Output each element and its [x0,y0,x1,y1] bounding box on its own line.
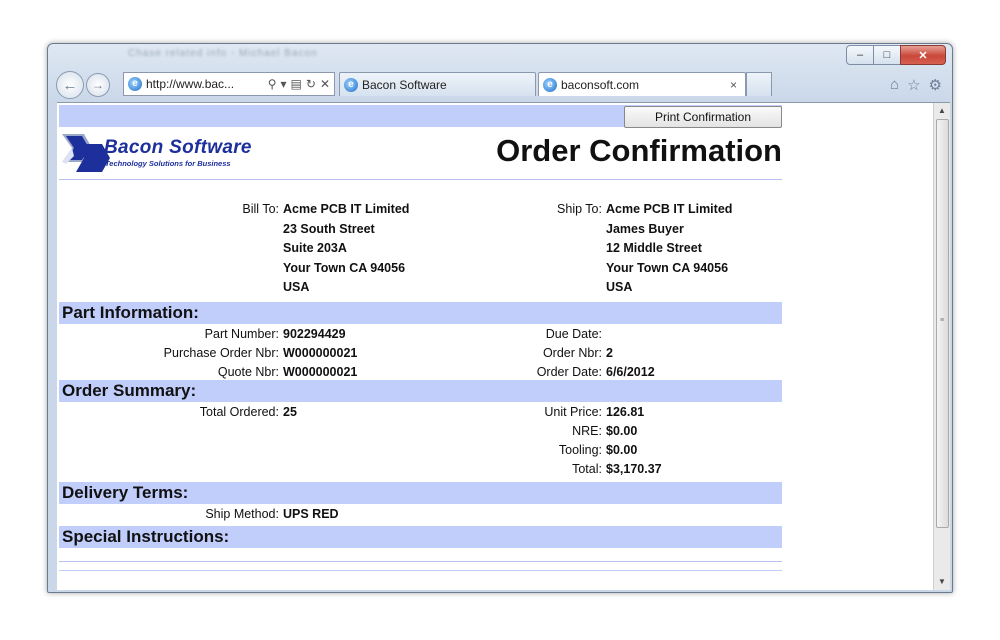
home-icon[interactable]: ⌂ [890,76,899,94]
field-label: Tooling: [558,443,602,457]
field-value: $3,170.37 [606,462,662,476]
compat-icon[interactable]: ▤ [291,77,302,91]
top-band: Print Confirmation [59,105,782,128]
window-controls: – □ ✕ [846,45,946,65]
stop-icon[interactable]: ✕ [320,77,330,91]
field-tooling: Tooling: $0.00 [59,443,637,457]
ship-to-line: 12 Middle Street [606,241,702,255]
field-label: Order Date: [536,365,602,379]
field-ship-method: Ship Method: UPS RED [59,507,339,521]
bill-to-label: Bill To: [242,202,279,216]
field-value: 126.81 [606,405,645,419]
divider [59,561,782,562]
field-order-nbr: Order Nbr: 2 [59,346,613,360]
page-header: Bacon Software Technology Solutions for … [59,127,782,180]
logo-tagline: Technology Solutions for Business [105,159,231,168]
ship-to-line: James Buyer [606,221,684,236]
vertical-scrollbar[interactable]: ▲ ≡ ▼ [933,103,950,590]
scrollbar-grip-icon: ≡ [940,317,945,324]
back-icon[interactable]: ← [56,71,84,99]
ship-to-line: Your Town CA 94056 [606,260,729,275]
field-label: Unit Price: [544,405,602,419]
print-confirmation-button[interactable]: Print Confirmation [624,106,782,128]
window-title: Chase related info - Michael Bacon [128,48,318,59]
address-bar[interactable]: e http://www.bac... ⚲ ▾ ▤ ↻ ✕ [123,72,335,96]
address-text[interactable]: http://www.bac... [146,77,268,91]
section-delivery-terms: Delivery Terms: [59,482,782,504]
refresh-icon[interactable]: ↻ [306,77,316,91]
bill-to-line: Suite 203A [283,241,347,255]
field-nre: NRE: $0.00 [59,424,637,438]
tab-baconsoft[interactable]: e baconsoft.com × [538,72,746,96]
bill-to-line: Acme PCB IT Limited [283,202,410,216]
ie-tab-icon: e [344,77,358,92]
ie-tab-icon: e [543,77,557,92]
bill-to-line: 23 South Street [283,221,375,236]
order-summary-fields: Total Ordered: 25 Unit Price: 126.81 NRE: $… [59,402,782,482]
special-instructions-body [59,548,782,578]
field-order-date: Order Date: 6/6/2012 [59,365,655,379]
field-total: Total: $3,170.37 [59,462,662,476]
tab-label: baconsoft.com [561,77,640,92]
section-part-information: Part Information: [59,302,782,324]
field-due-date: Due Date: [59,327,606,341]
minimize-button[interactable]: – [846,45,874,65]
title-bar[interactable]: Chase related info - Michael Bacon – □ ✕ [48,44,952,66]
ship-to-line: Acme PCB IT Limited [606,202,733,216]
field-unit-price: Unit Price: 126.81 [59,405,644,419]
field-label: Order Nbr: [542,346,602,360]
field-label: Due Date: [545,327,602,341]
dropdown-icon[interactable]: ▾ [281,77,287,91]
new-tab-button[interactable] [746,72,772,96]
favorites-icon[interactable]: ☆ [907,76,920,94]
navigation-bar: ← → e http://www.bac... ⚲ ▾ ▤ ↻ ✕ e Baco… [48,66,952,102]
field-value: 6/6/2012 [606,365,655,379]
field-value: 2 [606,346,613,360]
close-button[interactable]: ✕ [900,45,946,65]
tab-label: Bacon Software [362,77,447,92]
field-label: Ship Method: [205,507,279,521]
bill-to-address: Acme PCB IT Limited 23 South Street Suit… [283,200,409,298]
divider [59,570,782,571]
ship-to-label: Ship To: [557,202,602,216]
scroll-up-icon[interactable]: ▲ [934,103,950,119]
field-label: NRE: [572,424,602,438]
field-label: Total: [572,462,602,476]
logo-name: Bacon Software [104,137,252,158]
bill-to-line: Your Town CA 94056 [283,260,406,275]
ship-to-address: Acme PCB IT Limited James Buyer 12 Middl… [606,200,732,298]
scroll-down-icon[interactable]: ▼ [934,574,950,590]
tools-icon[interactable]: ⚙ [929,76,942,94]
section-order-summary: Order Summary: [59,380,782,402]
addresses-block: Bill To: Acme PCB IT Limited 23 South St… [59,180,782,302]
scrollbar-thumb[interactable]: ≡ [936,119,949,528]
maximize-button[interactable]: □ [873,45,901,65]
bill-to-line: USA [283,280,310,294]
address-icons: ⚲ ▾ ▤ ↻ ✕ [268,77,334,91]
forward-icon[interactable]: → [86,73,110,97]
browser-window: Chase related info - Michael Bacon – □ ✕… [47,43,953,593]
field-value: UPS RED [283,507,339,521]
delivery-terms-fields: Ship Method: UPS RED [59,504,782,526]
field-value: $0.00 [606,424,638,438]
order-confirmation-page: Print Confirmation Bacon Software Techno… [59,105,782,578]
page-title: Order Confirmation [496,133,782,168]
section-special-instructions: Special Instructions: [59,526,782,548]
search-icon[interactable]: ⚲ [268,77,277,91]
ie-page-icon: e [128,77,142,91]
part-information-fields: Part Number: 902294429 Purchase Order Nbr… [59,324,782,380]
ship-to-line: USA [606,280,633,294]
field-value: $0.00 [606,443,638,457]
toolbar-icons: ⌂ ☆ ⚙ [890,76,942,94]
bacon-software-logo[interactable]: Bacon Software Technology Solutions for … [62,134,280,172]
tab-bacon-software[interactable]: e Bacon Software [339,72,536,96]
page-viewport: Print Confirmation Bacon Software Techno… [57,102,950,590]
tab-close-icon[interactable]: × [730,78,737,92]
